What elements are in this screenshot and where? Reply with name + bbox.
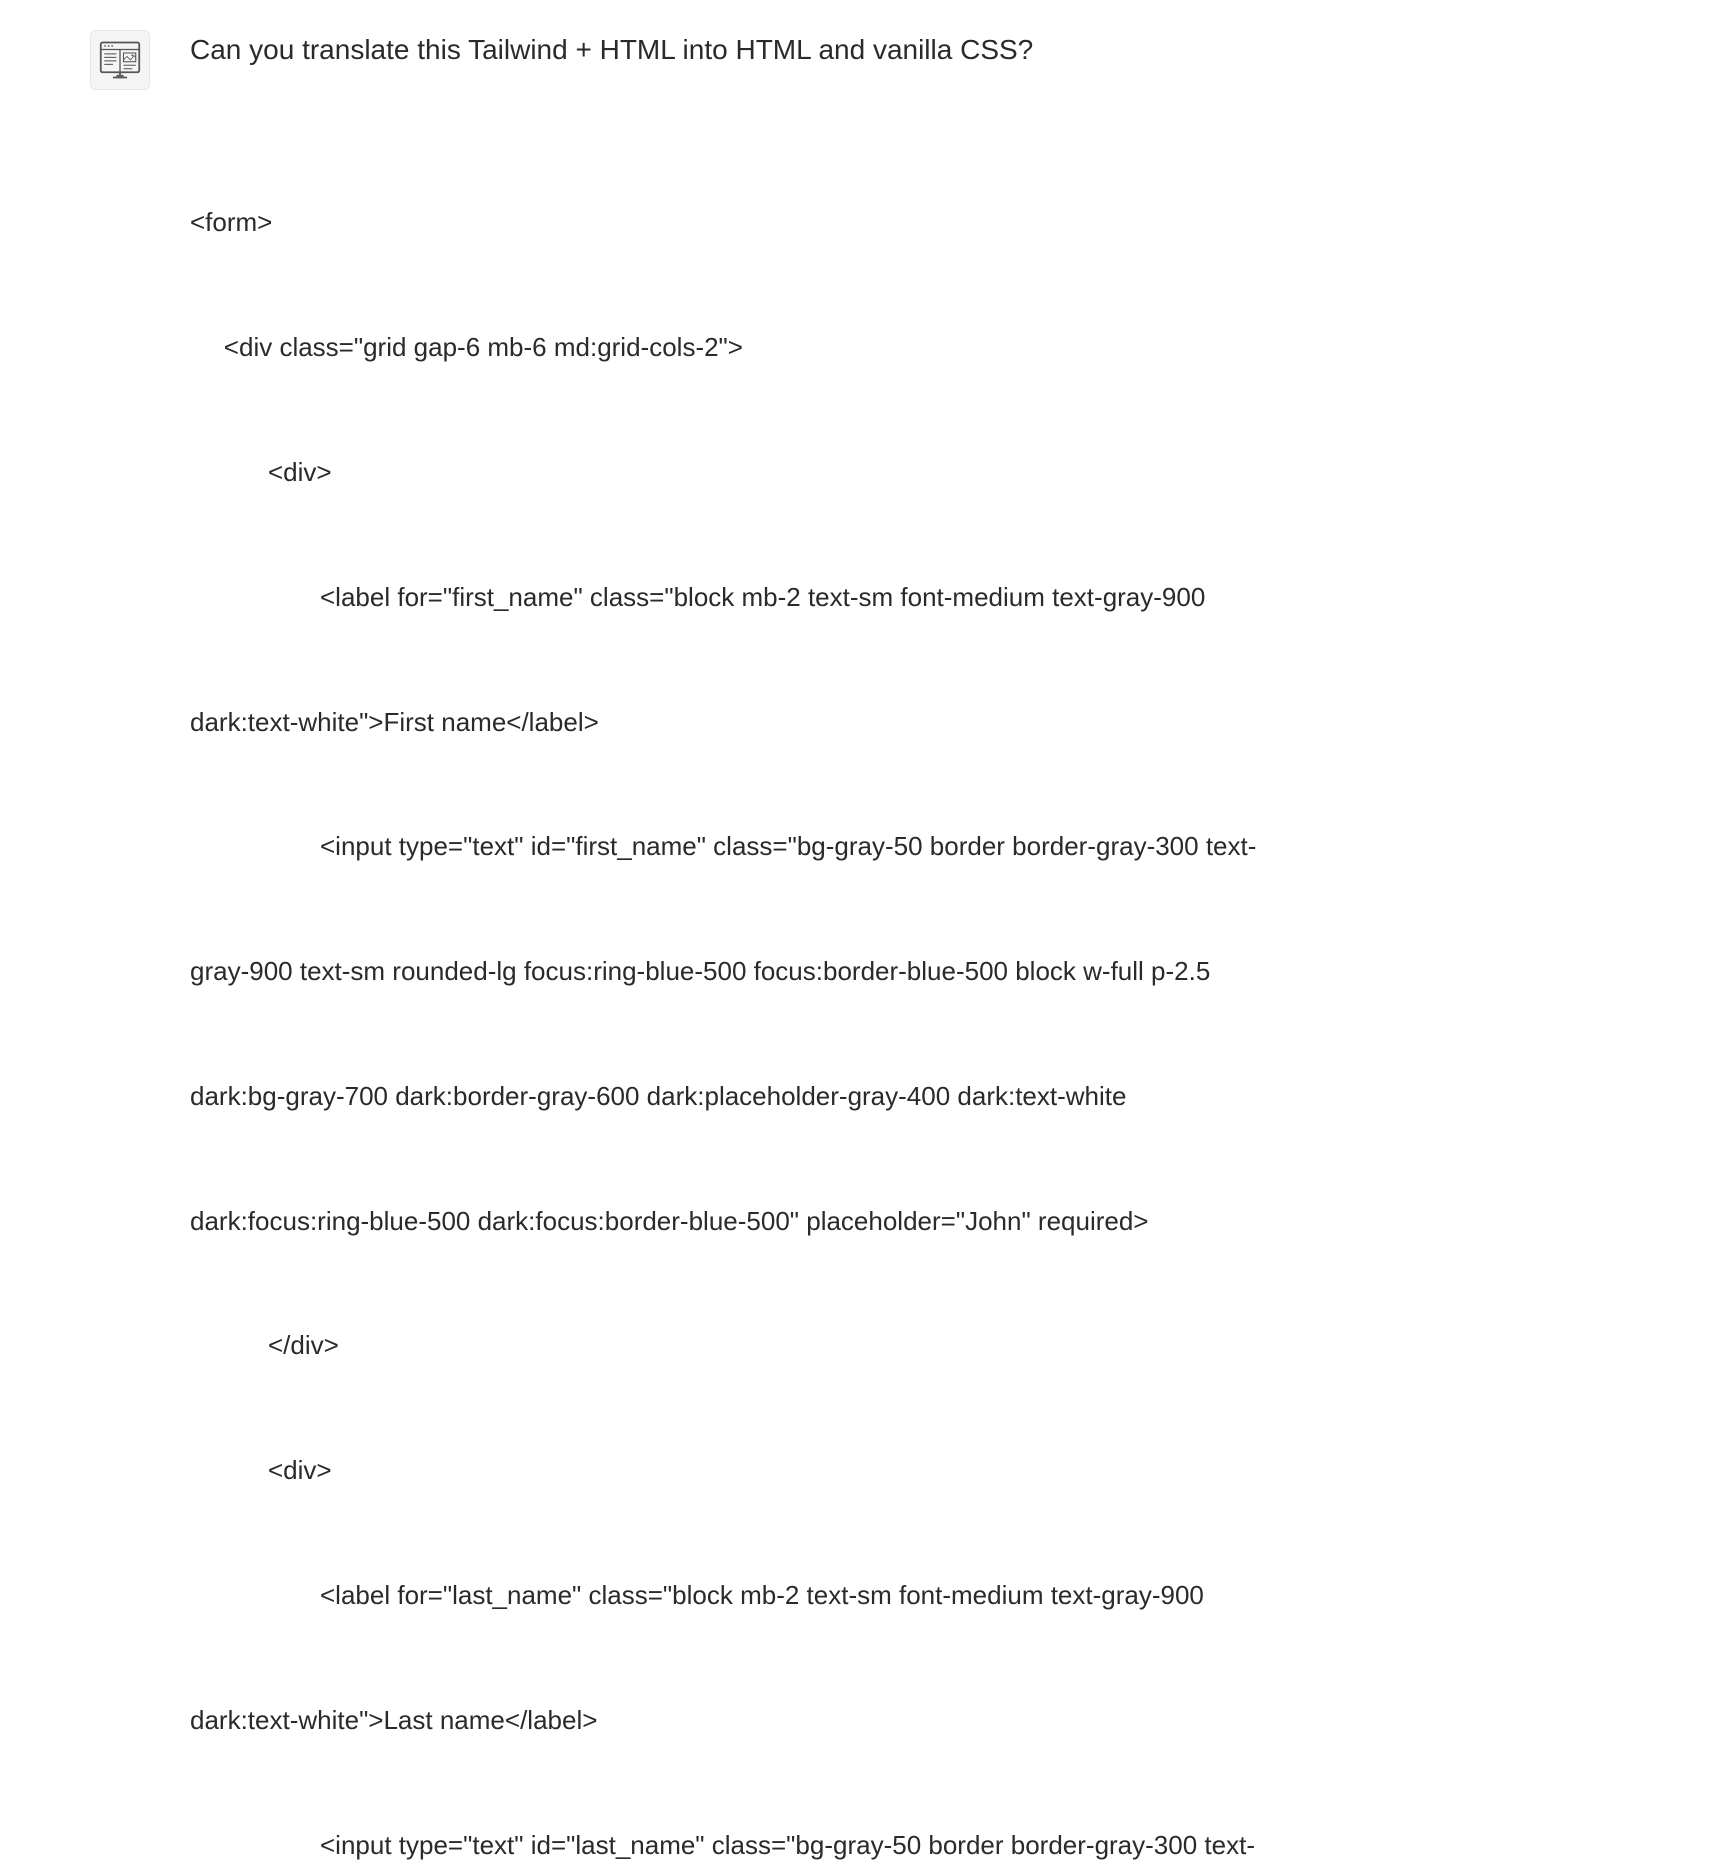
code-line: <div> — [190, 452, 1628, 494]
code-line: gray-900 text-sm rounded-lg focus:ring-b… — [190, 951, 1628, 993]
code-line: <input type="text" id="first_name" class… — [190, 826, 1628, 868]
user-avatar — [90, 30, 150, 90]
code-line: dark:bg-gray-700 dark:border-gray-600 da… — [190, 1076, 1628, 1118]
code-line: dark:focus:ring-blue-500 dark:focus:bord… — [190, 1201, 1628, 1243]
code-line: <label for="first_name" class="block mb-… — [190, 577, 1628, 619]
code-block: <form> <div class="grid gap-6 mb-6 md:gr… — [190, 119, 1628, 1864]
code-line: <input type="text" id="last_name" class=… — [190, 1825, 1628, 1864]
code-line: dark:text-white">Last name</label> — [190, 1700, 1628, 1742]
code-line: dark:text-white">First name</label> — [190, 702, 1628, 744]
question-text: Can you translate this Tailwind + HTML i… — [190, 30, 1628, 69]
code-line: <div> — [190, 1450, 1628, 1492]
message-content: Can you translate this Tailwind + HTML i… — [190, 30, 1628, 1864]
code-line: <label for="last_name" class="block mb-2… — [190, 1575, 1628, 1617]
code-line: </div> — [190, 1325, 1628, 1367]
code-line: <form> — [190, 202, 1628, 244]
webpage-icon — [99, 39, 141, 81]
code-line: <div class="grid gap-6 mb-6 md:grid-cols… — [190, 327, 1628, 369]
chat-message-container: Can you translate this Tailwind + HTML i… — [90, 30, 1628, 1864]
